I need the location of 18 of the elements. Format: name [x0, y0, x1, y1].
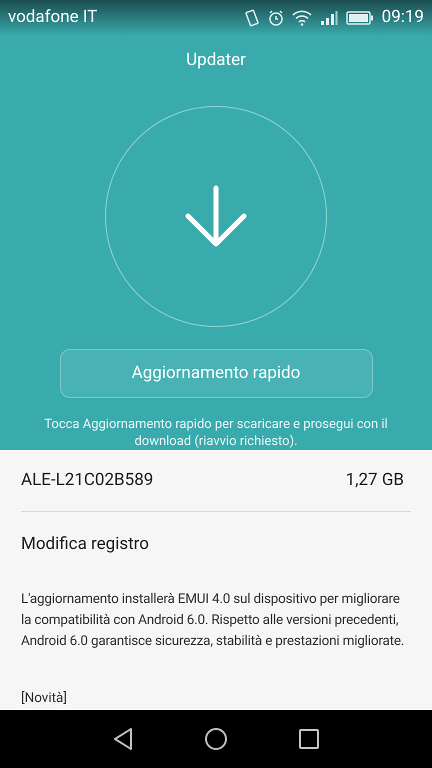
- package-name: ALE-L21C02B589: [21, 468, 154, 492]
- battery-icon: [346, 10, 374, 25]
- quick-update-button[interactable]: Aggiornamento rapido: [60, 349, 372, 398]
- package-size: 1,27 GB: [346, 468, 404, 492]
- back-icon[interactable]: [112, 727, 134, 751]
- home-icon[interactable]: [204, 727, 228, 751]
- changelog-section: [Novità]: [21, 688, 411, 708]
- wifi-icon: [292, 10, 312, 26]
- carrier-name: vodafone IT: [8, 6, 98, 30]
- hint-text: Tocca Aggiornamento rapido per scaricare e prosegui con il download (riavvio richiesto).: [43, 416, 389, 450]
- vibrate-icon: [244, 8, 260, 27]
- changelog-description: L'aggiornamento installerà EMUI 4.0 sul dispositivo per migliorare la compatibilità con Android 6.0. Rispetto alle versioni precedenti, Android 6.0 garantisce sicurezza, stabilità e prestazioni migliorate.: [21, 590, 406, 650]
- screen-title: Updater: [186, 48, 246, 72]
- changelog-title: Modifica registro: [21, 533, 150, 556]
- signal-icon: [320, 10, 338, 25]
- recents-icon[interactable]: [298, 728, 320, 750]
- alarm-icon: [268, 10, 284, 26]
- clock-time: 09:19: [382, 6, 424, 30]
